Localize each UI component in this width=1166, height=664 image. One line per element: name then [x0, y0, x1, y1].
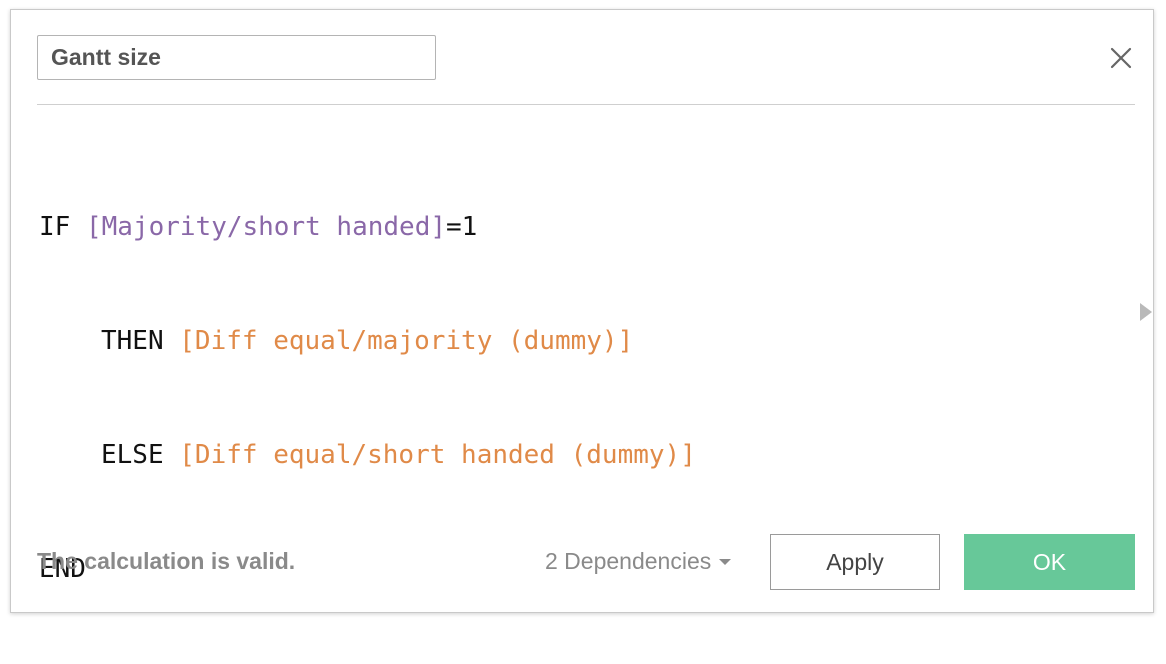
formula-line-2: THEN [Diff equal/majority (dummy)]: [39, 322, 1129, 360]
close-icon[interactable]: [1107, 44, 1135, 72]
calculation-name-input[interactable]: [37, 35, 436, 80]
formula-comparison: =1: [446, 212, 478, 242]
caret-down-icon: [719, 558, 732, 565]
field-reference-majority-short-handed: [Majority/short handed]: [85, 212, 446, 242]
calculation-dialog: IF [Majority/short handed]=1 THEN [Diff …: [10, 9, 1154, 613]
dependencies-label: 2 Dependencies: [545, 548, 712, 574]
keyword-then: THEN: [101, 326, 164, 356]
formula-editor[interactable]: IF [Majority/short handed]=1 THEN [Diff …: [39, 132, 1129, 584]
validation-status: The calculation is valid.: [37, 548, 296, 574]
field-reference-diff-majority: [Diff equal/majority (dummy)]: [179, 326, 634, 356]
field-reference-diff-short-handed: [Diff equal/short handed (dummy)]: [179, 440, 696, 470]
dependencies-dropdown[interactable]: 2 Dependencies: [545, 548, 732, 575]
formula-line-3: ELSE [Diff equal/short handed (dummy)]: [39, 436, 1129, 474]
keyword-if: IF: [39, 212, 71, 242]
chevron-right-icon[interactable]: [1139, 302, 1153, 322]
formula-line-1: IF [Majority/short handed]=1: [39, 208, 1129, 246]
ok-button[interactable]: OK: [964, 534, 1135, 590]
apply-button[interactable]: Apply: [770, 534, 940, 590]
keyword-else: ELSE: [101, 440, 164, 470]
header-divider: [37, 104, 1135, 105]
